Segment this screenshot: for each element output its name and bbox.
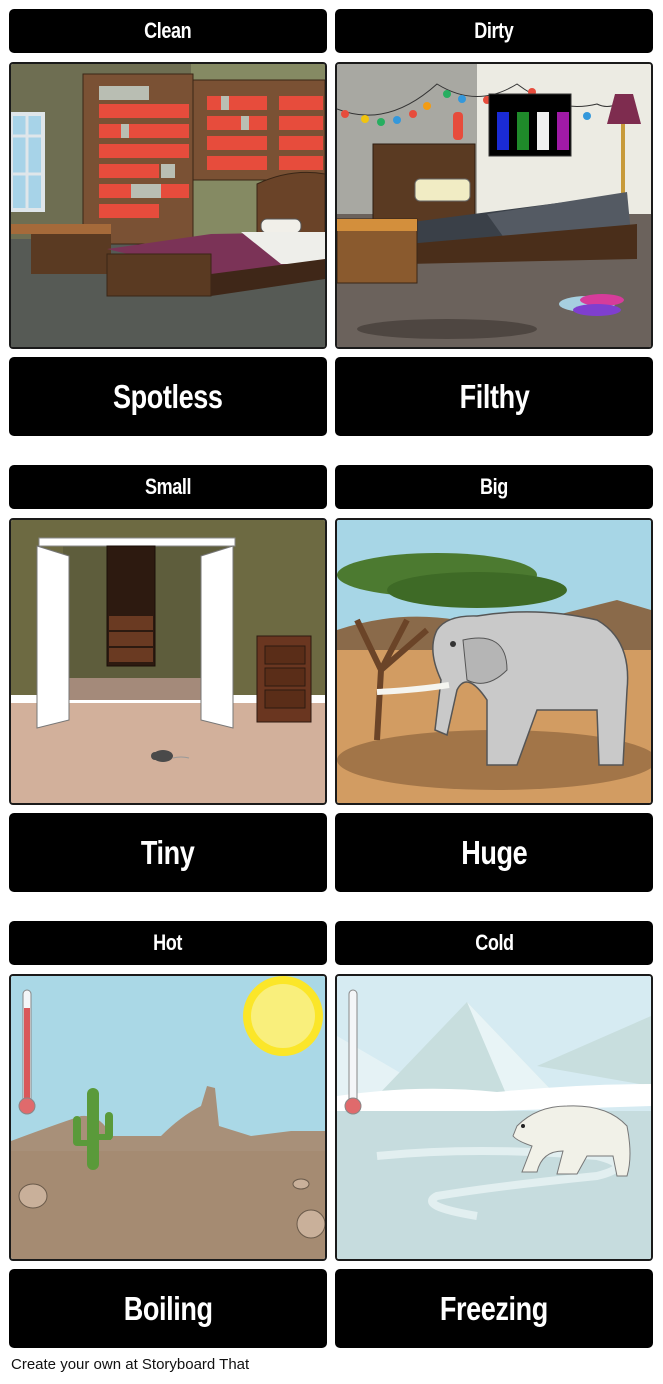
cell-title-text: Cold: [474, 930, 514, 955]
cell-title-text: Hot: [153, 930, 183, 955]
cell-caption: Filthy: [335, 357, 653, 436]
cell-title: Clean: [9, 9, 327, 53]
savanna-illustration: [337, 520, 651, 803]
scene-closet-room: [9, 518, 327, 805]
cell-caption: Freezing: [335, 1269, 653, 1348]
cell-caption-text: Tiny: [141, 833, 195, 871]
cell-title-text: Clean: [144, 18, 192, 43]
cell-title-text: Big: [480, 474, 508, 499]
cell-caption: Boiling: [9, 1269, 327, 1348]
open-door-left-icon: [36, 545, 70, 729]
tidy-bedroom-illustration: [11, 64, 325, 347]
cell-title: Big: [335, 465, 653, 509]
arctic-illustration: [337, 976, 651, 1259]
scene-savanna: [335, 518, 653, 805]
nightstand-icon: [337, 218, 418, 284]
scene-arctic: [335, 974, 653, 1261]
scene-tidy-bedroom: [9, 62, 327, 349]
scene-messy-bedroom: [335, 62, 653, 349]
window-icon: [11, 112, 45, 212]
cell-caption: Tiny: [9, 813, 327, 892]
cell-title-text: Small: [144, 474, 192, 499]
footer-link[interactable]: Create your own at Storyboard That: [11, 1356, 249, 1373]
band-poster-icon: [488, 93, 572, 157]
desert-illustration: [11, 976, 325, 1259]
messy-bedroom-illustration: [337, 64, 651, 347]
cell-caption-text: Boiling: [123, 1289, 213, 1327]
closet-room-illustration: [11, 520, 325, 803]
cell-caption: Spotless: [9, 357, 327, 436]
cell-caption-text: Spotless: [113, 377, 223, 415]
cell-title: Cold: [335, 921, 653, 965]
cell-caption-text: Filthy: [459, 377, 529, 415]
thermometer-level-hot: [24, 1008, 30, 1106]
cell-caption: Huge: [335, 813, 653, 892]
cell-caption-text: Freezing: [439, 1289, 548, 1327]
closet-shelves-icon: [106, 545, 156, 667]
cell-title: Small: [9, 465, 327, 509]
cell-title: Hot: [9, 921, 327, 965]
sun-icon: [243, 976, 323, 1056]
cell-title-text: Dirty: [474, 18, 514, 43]
cell-title: Dirty: [335, 9, 653, 53]
dresser-icon: [256, 635, 312, 723]
lava-lamp-icon: [453, 112, 463, 140]
cell-caption-text: Huge: [460, 833, 528, 871]
scene-desert: [9, 974, 327, 1261]
open-door-right-icon: [200, 545, 234, 729]
